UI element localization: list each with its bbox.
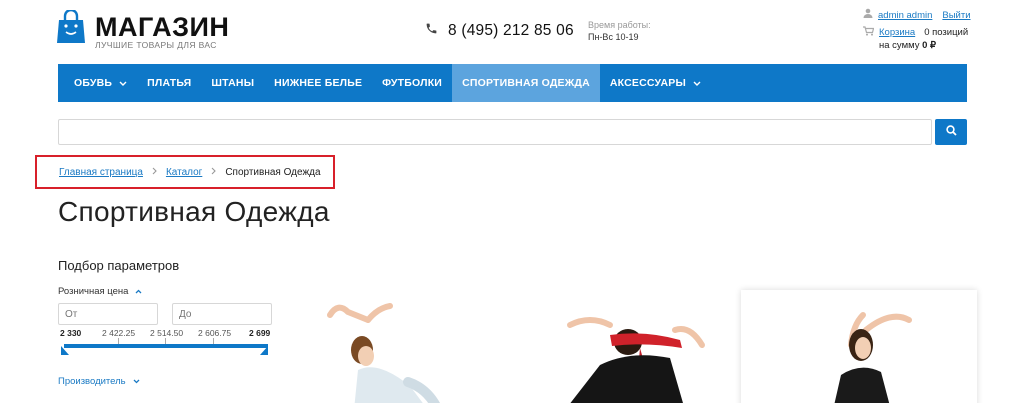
nav-item-label: ФУТБОЛКИ — [382, 77, 443, 89]
hours-value: Пн-Вс 10-19 — [588, 32, 639, 42]
nav-item-label: СПОРТИВНАЯ ОДЕЖДА — [462, 77, 590, 89]
nav-item-label: ОБУВЬ — [74, 77, 113, 89]
logout-link[interactable]: Выйти — [942, 9, 970, 22]
chevron-right-icon — [152, 167, 157, 178]
phone-block: 8 (495) 212 85 06 — [425, 22, 574, 40]
chevron-right-icon — [211, 167, 217, 178]
cart-icon — [863, 26, 875, 40]
breadcrumb-current: Спортивная Одежда — [225, 166, 321, 178]
nav-item-tshirts[interactable]: ФУТБОЛКИ — [372, 64, 452, 102]
logo-name: МАГАЗИН — [95, 12, 230, 42]
nav-item-underwear[interactable]: НИЖНЕЕ БЕЛЬЕ — [264, 64, 372, 102]
search-button[interactable] — [935, 119, 967, 145]
chevron-up-icon — [135, 286, 142, 297]
product-card[interactable] — [318, 290, 468, 403]
price-to-input[interactable] — [172, 303, 272, 325]
price-tick: 2 514.50 — [150, 328, 184, 338]
main-nav: ОБУВЬ ПЛАТЬЯ ШТАНЫ НИЖНЕЕ БЕЛЬЕ ФУТБОЛКИ… — [58, 64, 967, 102]
search-input[interactable] — [58, 119, 932, 145]
chevron-down-icon — [133, 376, 140, 387]
product-card[interactable] — [741, 290, 977, 403]
user-block: admin admin Выйти Корзина 0 позиций на с… — [863, 8, 971, 52]
basket-sum-value: 0 ₽ — [922, 40, 937, 51]
basket-link[interactable]: Корзина — [879, 26, 915, 39]
manufacturer-filter-label: Производитель — [58, 376, 126, 387]
product-card[interactable] — [540, 290, 720, 403]
nav-item-label: НИЖНЕЕ БЕЛЬЕ — [274, 77, 363, 89]
user-icon — [863, 8, 873, 22]
nav-item-label: ШТАНЫ — [211, 77, 255, 89]
nav-item-shoes[interactable]: ОБУВЬ — [58, 64, 137, 102]
price-slider-max-handle[interactable] — [260, 346, 268, 355]
price-from-input[interactable] — [58, 303, 158, 325]
user-profile-link[interactable]: admin admin — [878, 9, 932, 22]
hours-label: Время работы: — [588, 20, 651, 30]
search-icon — [945, 123, 957, 141]
price-slider-min-handle[interactable] — [61, 346, 69, 355]
chevron-down-icon — [693, 77, 701, 89]
chevron-down-icon — [119, 77, 127, 89]
price-tick: 2 606.75 — [198, 328, 232, 338]
basket-sum: на сумму 0 ₽ — [879, 39, 968, 52]
manufacturer-filter-toggle[interactable]: Производитель — [58, 376, 140, 387]
basket-sum-prefix: на сумму — [879, 40, 920, 51]
logo-tagline: ЛУЧШИЕ ТОВАРЫ ДЛЯ ВАС — [95, 40, 217, 50]
nav-item-label: АКСЕССУАРЫ — [609, 77, 686, 89]
nav-item-dresses[interactable]: ПЛАТЬЯ — [137, 64, 201, 102]
price-tick: 2 330 — [60, 328, 82, 338]
product-image — [834, 312, 912, 403]
filter-title: Подбор параметров — [58, 258, 180, 273]
logo[interactable]: МАГАЗИН ЛУЧШИЕ ТОВАРЫ ДЛЯ ВАС — [57, 8, 230, 50]
phone-number[interactable]: 8 (495) 212 85 06 — [448, 22, 574, 40]
working-hours: Время работы: Пн-Вс 10-19 — [588, 19, 651, 43]
price-tick: 2 699 — [249, 328, 271, 338]
nav-item-label: ПЛАТЬЯ — [147, 77, 192, 89]
breadcrumb: Главная страница Каталог Спортивная Одеж… — [35, 155, 335, 189]
price-slider-track[interactable] — [64, 344, 268, 348]
price-filter-label: Розничная цена — [58, 286, 129, 297]
shopping-bag-icon — [57, 8, 85, 43]
nav-item-pants[interactable]: ШТАНЫ — [201, 64, 264, 102]
product-image — [567, 317, 705, 403]
price-filter-toggle[interactable]: Розничная цена — [58, 286, 142, 297]
breadcrumb-home-link[interactable]: Главная страница — [59, 167, 143, 178]
price-tick: 2 422.25 — [102, 328, 136, 338]
nav-item-sportswear[interactable]: СПОРТИВНАЯ ОДЕЖДА — [452, 64, 600, 102]
product-image — [327, 303, 441, 403]
page-title: Спортивная Одежда — [58, 196, 330, 227]
phone-icon — [425, 22, 438, 40]
nav-item-accessories[interactable]: АКСЕССУАРЫ — [600, 64, 711, 102]
basket-count: 0 позиций — [924, 27, 969, 38]
breadcrumb-catalog-link[interactable]: Каталог — [166, 167, 202, 178]
